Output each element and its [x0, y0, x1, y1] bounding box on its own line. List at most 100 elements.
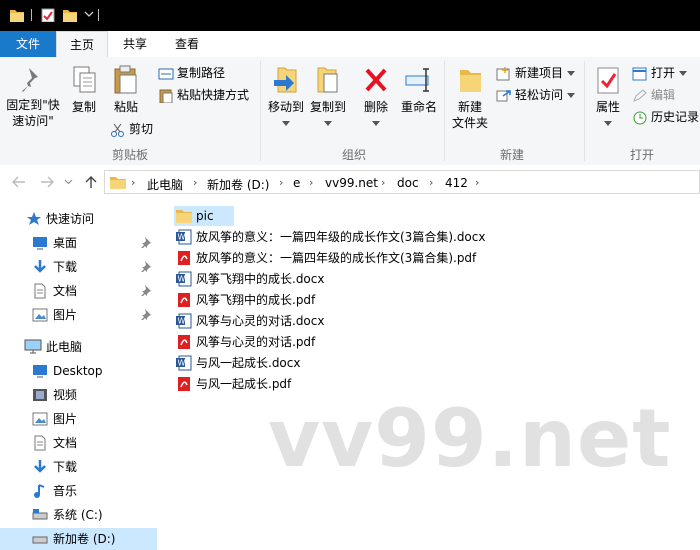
nav-item-drive-d[interactable]: 新加卷 (D:) [0, 528, 157, 550]
nav-item-pictures[interactable]: 图片 [0, 304, 157, 326]
tab-home[interactable]: 主页 [56, 31, 108, 58]
nav-item-music[interactable]: 音乐 [0, 480, 157, 502]
rename-label: 重命名 [400, 100, 437, 114]
nav-item-videos[interactable]: 视频 [0, 384, 157, 406]
nav-item-pictures-pc[interactable]: 图片 [0, 408, 157, 430]
pin-icon[interactable] [141, 236, 153, 248]
chevron-right-icon[interactable]: › [279, 176, 283, 189]
breadcrumb-drive-d[interactable]: 新加卷 (D:) [207, 176, 269, 193]
chevron-right-icon[interactable]: › [193, 176, 197, 189]
file-name: 与风一起成长.docx [196, 356, 301, 370]
rename-icon [405, 68, 429, 92]
properties-icon [597, 67, 619, 94]
file-name: 放风筝的意义：一篇四年级的成长作文(3篇合集).docx [196, 230, 486, 244]
folder-icon [176, 210, 192, 223]
pdf-icon [178, 293, 190, 307]
new-item-button[interactable]: 新建项目 [496, 63, 578, 83]
easy-access-label: 轻松访问 [515, 88, 564, 102]
nav-item-desktop-pc[interactable]: Desktop [0, 360, 157, 382]
nav-item-label: 桌面 [53, 236, 78, 250]
folder-item-pic[interactable]: pic [174, 206, 234, 226]
breadcrumb-doc[interactable]: doc [397, 176, 419, 190]
chevron-right-icon[interactable]: › [381, 176, 385, 189]
nav-item-drive-c[interactable]: 系统 (C:) [0, 504, 157, 526]
nav-item-desktop[interactable]: 桌面 [0, 232, 157, 254]
download-icon [34, 460, 46, 473]
breadcrumb-e[interactable]: e [293, 176, 300, 190]
address-bar[interactable]: › 此电脑 › 新加卷 (D:) › e › vv99.net › doc › … [104, 170, 700, 194]
desktop-icon [33, 365, 47, 378]
drive-icon [32, 509, 48, 520]
properties-icon[interactable] [41, 8, 55, 22]
edit-button[interactable]: 编辑 [632, 85, 675, 105]
pin-icon[interactable] [141, 308, 153, 320]
new-folder-icon[interactable] [63, 8, 77, 22]
new-folder-button[interactable]: 新建 文件夹 [448, 65, 492, 131]
up-arrow-icon[interactable] [85, 175, 97, 189]
open-button[interactable]: 打开 [632, 63, 690, 83]
clipboard-group-label: 剪贴板 [111, 148, 148, 162]
chevron-down-icon [324, 121, 332, 126]
paste-shortcut-button[interactable]: 粘贴快捷方式 [158, 85, 249, 105]
chevron-right-icon[interactable]: › [429, 176, 433, 189]
nav-item-label: 新加卷 (D:) [53, 532, 116, 546]
properties-button[interactable]: 属性 [588, 65, 628, 131]
new-group-label: 新建 [499, 148, 524, 162]
desktop-icon [33, 237, 47, 250]
rename-button[interactable]: 重命名 [398, 65, 440, 115]
file-name: 放风筝的意义：一篇四年级的成长作文(3篇合集).pdf [196, 251, 477, 265]
delete-button[interactable]: 删除 [358, 65, 394, 131]
chevron-down-icon [282, 121, 290, 126]
copy-path-button[interactable]: 复制路径 [158, 63, 225, 83]
copy-to-button[interactable]: 复制到 [306, 65, 350, 131]
picture-icon [32, 412, 48, 426]
scissors-icon [111, 123, 124, 137]
pin-to-quick-access-button[interactable]: 固定到"快速访问" [4, 65, 62, 129]
chevron-down-icon[interactable] [84, 11, 94, 25]
chevron-right-icon[interactable]: › [475, 176, 479, 189]
word-document-icon: W [176, 271, 192, 287]
pin-icon[interactable] [141, 284, 153, 296]
nav-item-documents[interactable]: 文档 [0, 280, 157, 302]
history-button[interactable]: 历史记录 [632, 107, 699, 127]
nav-item-documents-pc[interactable]: 文档 [0, 432, 157, 454]
forward-arrow-icon[interactable] [40, 176, 54, 188]
breadcrumb-412[interactable]: 412 [445, 176, 468, 190]
nav-item-downloads-pc[interactable]: 下载 [0, 456, 157, 478]
move-to-button[interactable]: 移动到 [264, 65, 308, 131]
document-icon [34, 283, 46, 299]
copy-icon [73, 66, 96, 93]
breadcrumb-this-pc[interactable]: 此电脑 [147, 176, 183, 193]
nav-item-downloads[interactable]: 下载 [0, 256, 157, 278]
easy-access-button[interactable]: 轻松访问 [496, 85, 578, 105]
pdf-icon [178, 335, 190, 349]
nav-item-quick-access[interactable]: 快速访问 [0, 208, 157, 230]
tab-file[interactable]: 文件 [0, 31, 56, 57]
chevron-down-icon [604, 121, 612, 126]
chevron-right-icon[interactable]: › [309, 176, 313, 189]
word-document-icon: W [176, 229, 192, 245]
copy-button[interactable]: 复制 [66, 65, 102, 115]
copy-label: 复制 [71, 100, 96, 114]
delete-label: 删除 [363, 100, 388, 114]
recent-locations-chevron-icon[interactable] [64, 179, 73, 185]
pin-icon[interactable] [141, 260, 153, 272]
breadcrumb-vv99[interactable]: vv99.net [325, 176, 378, 190]
divider [444, 61, 445, 161]
tab-share[interactable]: 共享 [113, 31, 157, 57]
paste-button[interactable]: 粘贴 [106, 65, 146, 115]
chevron-right-icon[interactable]: › [131, 176, 135, 189]
cut-button[interactable]: 剪切 [110, 119, 153, 139]
chevron-down-icon [566, 70, 575, 76]
folder-icon [10, 10, 24, 22]
nav-item-this-pc[interactable]: 此电脑 [0, 336, 157, 358]
open-label: 打开 [651, 66, 676, 80]
address-toolbar: › 此电脑 › 新加卷 (D:) › e › vv99.net › doc › … [0, 165, 700, 199]
tab-view[interactable]: 查看 [165, 31, 209, 57]
nav-item-label: 文档 [53, 284, 78, 298]
back-arrow-icon[interactable] [12, 176, 26, 188]
file-name: 风筝飞翔中的成长.pdf [196, 293, 316, 307]
file-name: pic [196, 209, 214, 223]
folder-icon [110, 177, 126, 189]
copy-path-label: 复制路径 [177, 66, 226, 80]
